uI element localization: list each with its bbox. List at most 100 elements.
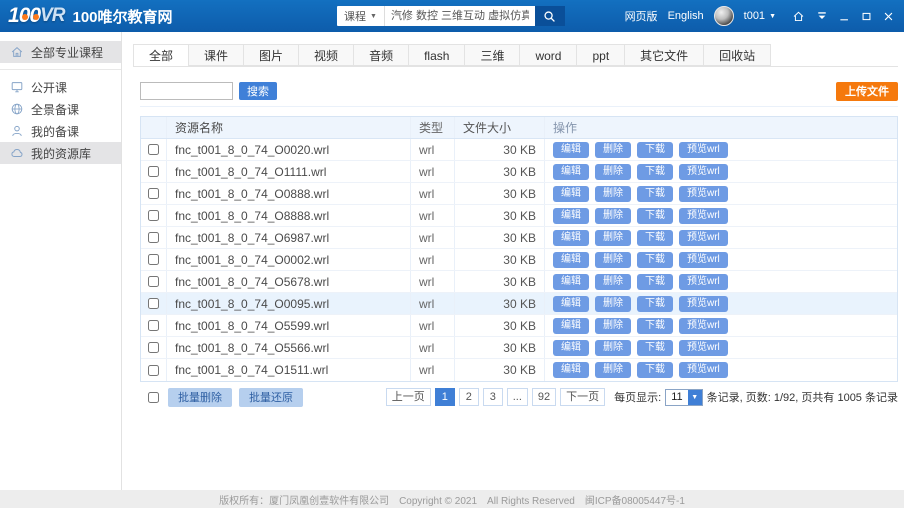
upload-file-button[interactable]: 上传文件 xyxy=(836,82,898,101)
download-button[interactable]: 下载 xyxy=(637,252,673,268)
tab-3[interactable]: 视频 xyxy=(298,44,354,66)
delete-button[interactable]: 删除 xyxy=(595,142,631,158)
search-category-select[interactable]: 课程 ▼ xyxy=(337,6,385,26)
download-button[interactable]: 下载 xyxy=(637,296,673,312)
select-all-checkbox[interactable] xyxy=(148,392,159,403)
per-page-select[interactable]: 11 ▼ xyxy=(665,389,702,406)
download-button[interactable]: 下载 xyxy=(637,142,673,158)
preview-wrl-button[interactable]: 预览wrl xyxy=(679,362,728,378)
delete-button[interactable]: 删除 xyxy=(595,296,631,312)
preview-wrl-button[interactable]: 预览wrl xyxy=(679,230,728,246)
page-button-2[interactable]: 2 xyxy=(459,388,479,406)
delete-button[interactable]: 删除 xyxy=(595,252,631,268)
tab-5[interactable]: flash xyxy=(408,44,465,66)
tab-7[interactable]: word xyxy=(519,44,577,66)
sidebar-item-4[interactable]: 我的资源库 xyxy=(0,142,121,164)
delete-button[interactable]: 删除 xyxy=(595,186,631,202)
page-button-1[interactable]: 1 xyxy=(435,388,455,406)
download-button[interactable]: 下载 xyxy=(637,186,673,202)
batch-restore-button[interactable]: 批量还原 xyxy=(239,388,303,407)
row-checkbox[interactable] xyxy=(148,188,159,199)
download-button[interactable]: 下载 xyxy=(637,318,673,334)
delete-button[interactable]: 删除 xyxy=(595,208,631,224)
sidebar-item-0[interactable]: 全部专业课程 xyxy=(0,41,121,63)
tab-8[interactable]: ppt xyxy=(576,44,625,66)
edit-button[interactable]: 编辑 xyxy=(553,186,589,202)
tab-0[interactable]: 全部 xyxy=(133,44,189,67)
preview-wrl-button[interactable]: 预览wrl xyxy=(679,208,728,224)
next-page-button[interactable]: 下一页 xyxy=(560,388,605,406)
preview-wrl-button[interactable]: 预览wrl xyxy=(679,186,728,202)
preview-wrl-button[interactable]: 预览wrl xyxy=(679,296,728,312)
preview-wrl-button[interactable]: 预览wrl xyxy=(679,340,728,356)
preview-wrl-button[interactable]: 预览wrl xyxy=(679,252,728,268)
tab-10[interactable]: 回收站 xyxy=(703,44,771,66)
home-icon[interactable] xyxy=(792,10,805,23)
edit-button[interactable]: 编辑 xyxy=(553,274,589,290)
edit-button[interactable]: 编辑 xyxy=(553,318,589,334)
resource-search-input[interactable] xyxy=(140,82,233,100)
row-checkbox[interactable] xyxy=(148,298,159,309)
edit-button[interactable]: 编辑 xyxy=(553,208,589,224)
tab-1[interactable]: 课件 xyxy=(188,44,244,66)
edit-button[interactable]: 编辑 xyxy=(553,362,589,378)
row-checkbox[interactable] xyxy=(148,342,159,353)
header-search-input[interactable] xyxy=(385,6,535,26)
row-checkbox[interactable] xyxy=(148,210,159,221)
sidebar-item-2[interactable]: 全景备课 xyxy=(0,98,121,120)
page-button-92[interactable]: 92 xyxy=(532,388,556,406)
sidebar-item-3[interactable]: 我的备课 xyxy=(0,120,121,142)
delete-button[interactable]: 删除 xyxy=(595,274,631,290)
close-icon[interactable] xyxy=(883,11,894,22)
row-checkbox[interactable] xyxy=(148,254,159,265)
page-button-3[interactable]: 3 xyxy=(483,388,503,406)
web-version-link[interactable]: 网页版 xyxy=(625,8,658,24)
maximize-icon[interactable] xyxy=(861,11,872,22)
download-button[interactable]: 下载 xyxy=(637,164,673,180)
collapse-icon[interactable] xyxy=(816,10,828,22)
download-button[interactable]: 下载 xyxy=(637,208,673,224)
row-checkbox[interactable] xyxy=(148,320,159,331)
edit-button[interactable]: 编辑 xyxy=(553,230,589,246)
download-button[interactable]: 下载 xyxy=(637,230,673,246)
sidebar-item-1[interactable]: 公开课 xyxy=(0,76,121,98)
delete-button[interactable]: 删除 xyxy=(595,340,631,356)
delete-button[interactable]: 删除 xyxy=(595,362,631,378)
minimize-icon[interactable] xyxy=(839,11,850,22)
edit-button[interactable]: 编辑 xyxy=(553,252,589,268)
delete-button[interactable]: 删除 xyxy=(595,318,631,334)
resource-size: 30 KB xyxy=(455,315,545,336)
preview-wrl-button[interactable]: 预览wrl xyxy=(679,274,728,290)
tab-9[interactable]: 其它文件 xyxy=(624,44,704,66)
tab-2[interactable]: 图片 xyxy=(243,44,299,66)
edit-button[interactable]: 编辑 xyxy=(553,164,589,180)
header-search-button[interactable] xyxy=(535,6,565,26)
download-button[interactable]: 下载 xyxy=(637,362,673,378)
user-menu[interactable]: t001 ▼ xyxy=(744,10,776,22)
edit-button[interactable]: 编辑 xyxy=(553,340,589,356)
row-checkbox[interactable] xyxy=(148,166,159,177)
download-button[interactable]: 下载 xyxy=(637,340,673,356)
delete-button[interactable]: 删除 xyxy=(595,164,631,180)
english-link[interactable]: English xyxy=(668,10,704,22)
edit-button[interactable]: 编辑 xyxy=(553,296,589,312)
logo[interactable]: 100VR xyxy=(8,4,64,28)
download-button[interactable]: 下载 xyxy=(637,274,673,290)
delete-button[interactable]: 删除 xyxy=(595,230,631,246)
row-checkbox[interactable] xyxy=(148,144,159,155)
preview-wrl-button[interactable]: 预览wrl xyxy=(679,318,728,334)
per-page-label: 每页显示: xyxy=(614,389,661,405)
row-checkbox[interactable] xyxy=(148,232,159,243)
preview-wrl-button[interactable]: 预览wrl xyxy=(679,164,728,180)
tab-4[interactable]: 音频 xyxy=(353,44,409,66)
preview-wrl-button[interactable]: 预览wrl xyxy=(679,142,728,158)
row-checkbox[interactable] xyxy=(148,365,159,376)
tab-6[interactable]: 三维 xyxy=(464,44,520,66)
batch-delete-button[interactable]: 批量删除 xyxy=(168,388,232,407)
search-button[interactable]: 搜索 xyxy=(239,82,277,100)
prev-page-button[interactable]: 上一页 xyxy=(386,388,431,406)
page-ellipsis[interactable]: ... xyxy=(507,388,528,406)
row-checkbox[interactable] xyxy=(148,276,159,287)
avatar[interactable] xyxy=(714,6,734,26)
edit-button[interactable]: 编辑 xyxy=(553,142,589,158)
